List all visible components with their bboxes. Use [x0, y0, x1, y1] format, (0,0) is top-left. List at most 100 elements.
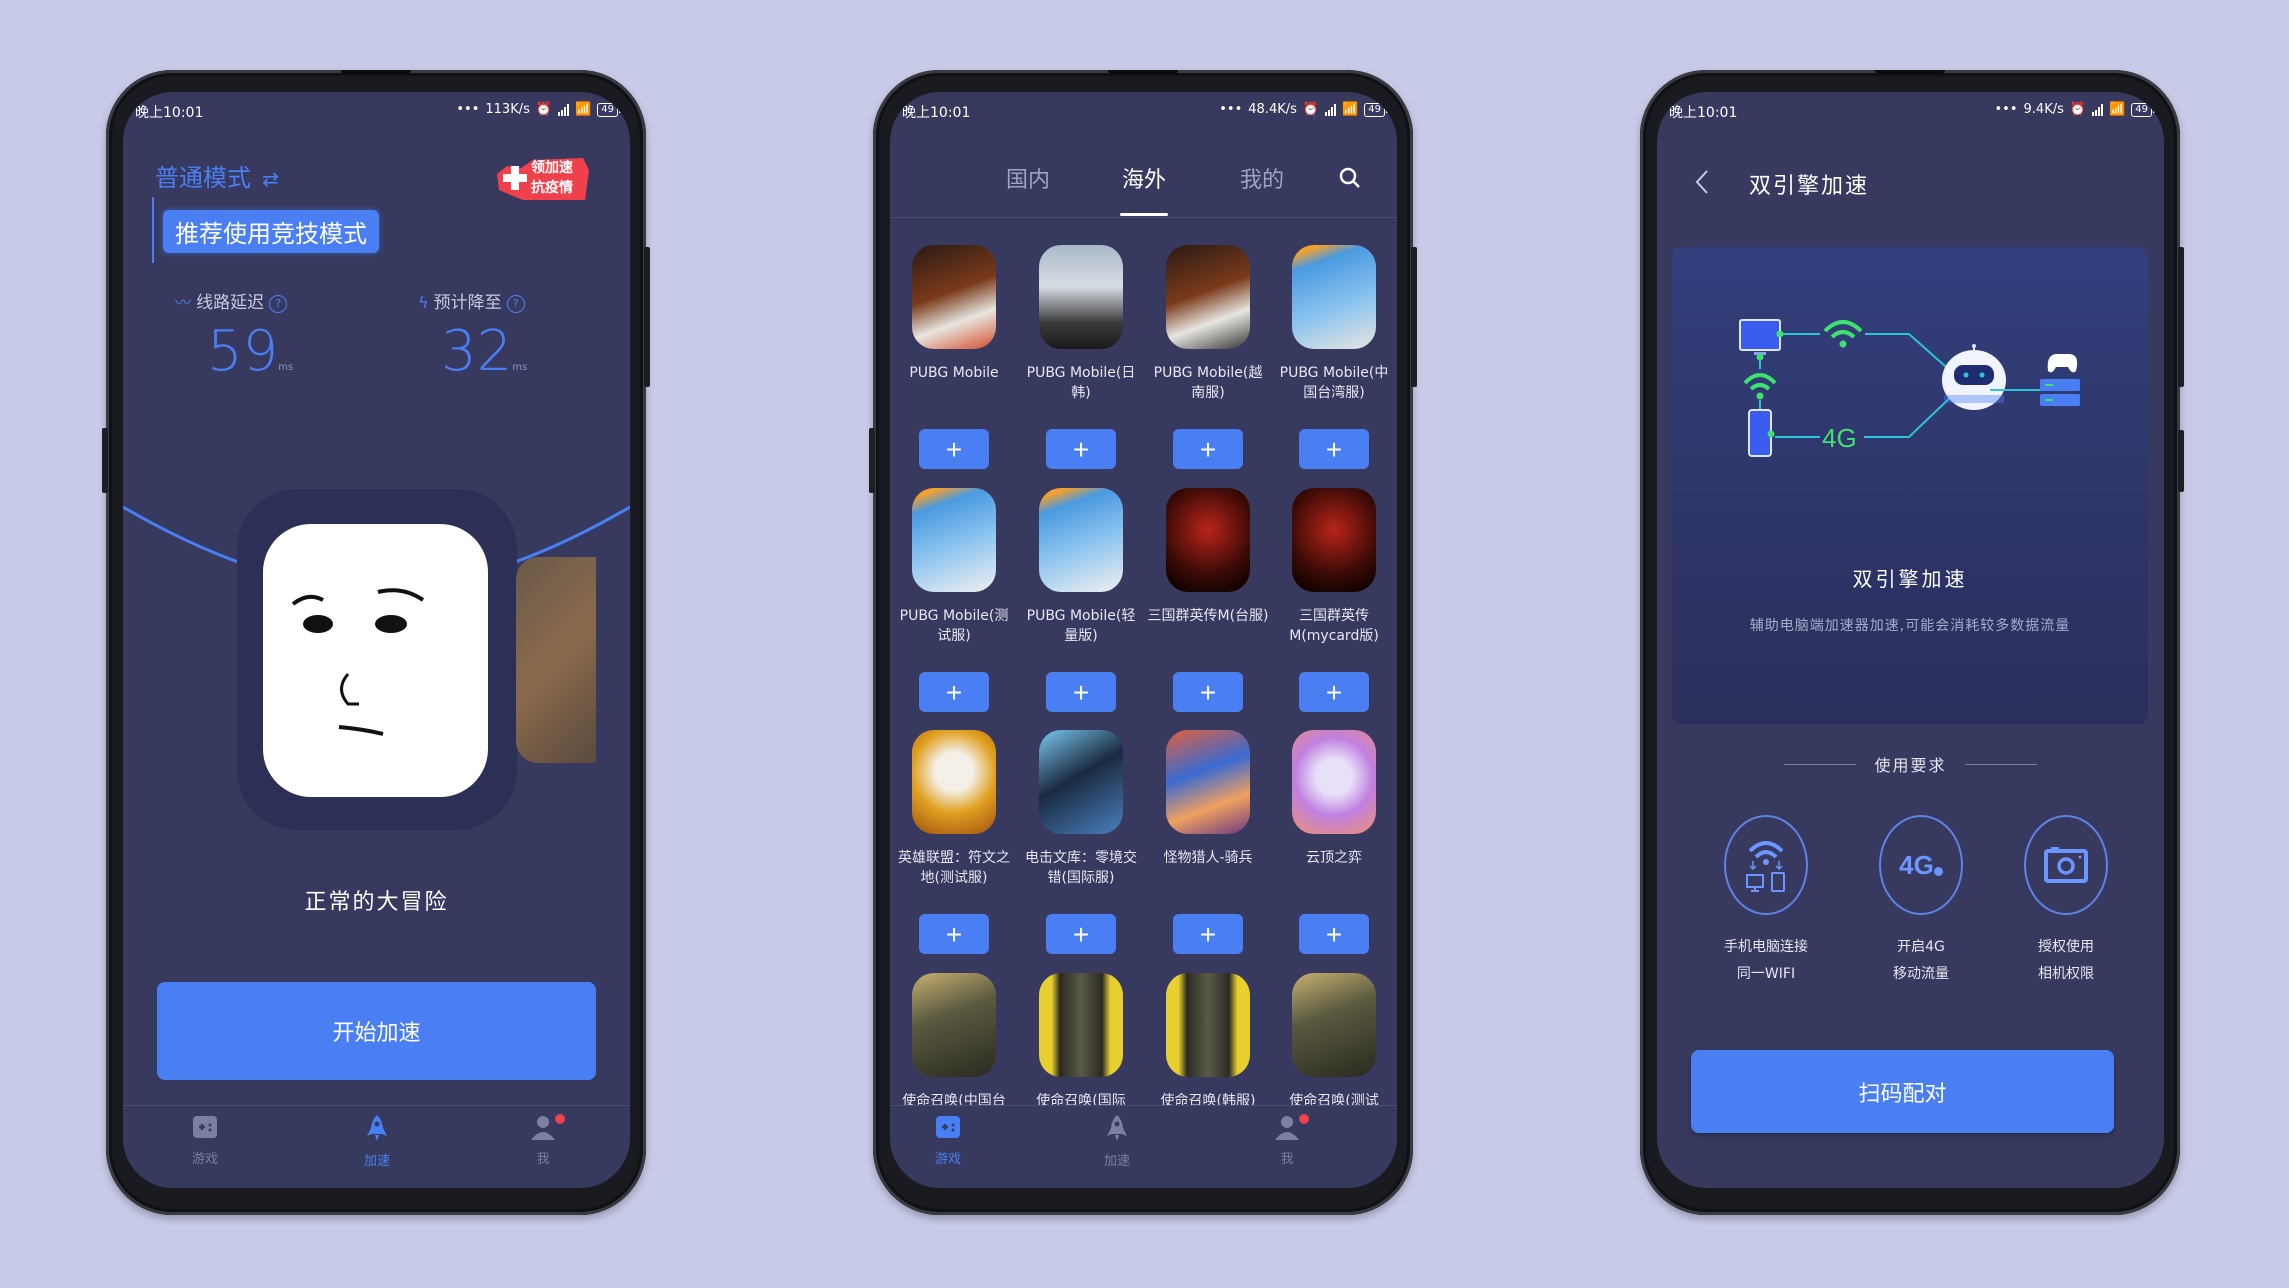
- game-item[interactable]: 使命召唤(测试+: [1271, 973, 1397, 1105]
- game-card[interactable]: [237, 489, 517, 830]
- game-icon: [263, 524, 488, 797]
- game-item[interactable]: 怪物猎人-骑兵 +: [1145, 730, 1271, 954]
- signal-icon: [2092, 103, 2104, 116]
- 4g-icon: 4G: [1899, 849, 1934, 880]
- stat-latency-value: 59ms: [207, 324, 293, 380]
- game-item[interactable]: PUBG Mobile(日韩) +: [1018, 245, 1144, 469]
- game-item[interactable]: 电击文库：零境交错(国际服) +: [1018, 730, 1144, 954]
- scan-pair-button[interactable]: 扫码配对: [1691, 1050, 2114, 1133]
- nav-label: 游戏: [191, 1152, 218, 1167]
- promo-line2: 抗疫情: [531, 180, 573, 196]
- add-game-button[interactable]: +: [1299, 672, 1369, 712]
- game-name: PUBG Mobile(日韩): [1026, 365, 1136, 401]
- next-game-preview[interactable]: [516, 557, 596, 763]
- game-item[interactable]: 使命召唤(中国台+: [891, 973, 1017, 1105]
- game-icon: [912, 973, 996, 1077]
- battery-icon: 49: [597, 102, 621, 117]
- game-item[interactable]: 使命召唤(韩服)+: [1145, 973, 1271, 1105]
- nav-label: 加速: [363, 1154, 390, 1169]
- game-item[interactable]: 使命召唤(国际+: [1018, 973, 1144, 1105]
- game-icon: [1039, 730, 1123, 834]
- screen: 晚上10:01 ••• 9.4K/s ⏰ 📶 49 双引擎加速 4G 双引擎加速…: [1657, 92, 2164, 1188]
- game-item[interactable]: PUBG Mobile(中国台湾服) +: [1271, 245, 1397, 469]
- nav-item-accelerate[interactable]: 加速: [327, 1114, 427, 1169]
- game-icon: [1166, 730, 1250, 834]
- requirements-title: 使用要求: [1874, 756, 1947, 775]
- game-icon: [1166, 488, 1250, 592]
- stat-latency: 〰 线路延迟 ?: [175, 288, 288, 313]
- stat-unit: ms: [512, 362, 528, 373]
- game-icon: [1039, 245, 1123, 349]
- game-item[interactable]: PUBG Mobile(轻量版) +: [1018, 488, 1144, 712]
- screen: 晚上10:01 ••• 48.4K/s ⏰ 📶 49 国内 海外 我的 PUBG…: [890, 92, 1397, 1188]
- promo-line1: 领加速: [531, 160, 573, 176]
- game-item[interactable]: 三国群英传M(mycard版) +: [1271, 488, 1397, 712]
- stat-expected-value: 32ms: [441, 324, 527, 380]
- server-icon: [2040, 379, 2080, 406]
- mode-title: 普通模式: [155, 164, 251, 192]
- game-icon: [912, 245, 996, 349]
- add-game-button[interactable]: +: [1299, 914, 1369, 954]
- game-icon: [1039, 488, 1123, 592]
- game-icon: [1292, 730, 1376, 834]
- add-game-button[interactable]: +: [1173, 429, 1243, 469]
- game-name: 使命召唤(国际: [1036, 1093, 1126, 1105]
- add-game-button[interactable]: +: [1046, 914, 1116, 954]
- lightning-icon: ϟ: [418, 293, 429, 312]
- game-item[interactable]: 英雄联盟：符文之地(测试服) +: [891, 730, 1017, 954]
- add-game-button[interactable]: +: [1046, 429, 1116, 469]
- nav-label: 加速: [1103, 1154, 1130, 1169]
- add-game-button[interactable]: +: [1299, 429, 1369, 469]
- side-button: [2178, 430, 2184, 492]
- add-game-button[interactable]: +: [919, 914, 989, 954]
- recommend-mode-button[interactable]: 推荐使用竞技模式: [163, 210, 379, 253]
- selected-game-name: 正常的大冒险: [304, 890, 449, 915]
- game-name: PUBG Mobile(轻量版): [1026, 608, 1136, 644]
- nav-item-games[interactable]: 游戏: [898, 1114, 998, 1167]
- mode-switch[interactable]: 普通模式 ⇄: [155, 158, 279, 193]
- status-bar: 晚上10:01 ••• 113K/s ⏰ 📶 49: [123, 102, 630, 124]
- network-speed: 9.4K/s: [2023, 102, 2064, 117]
- game-item[interactable]: PUBG Mobile(越南服) +: [1145, 245, 1271, 469]
- stat-label: 预计降至: [433, 293, 502, 313]
- promo-badge[interactable]: 领加速 抗疫情: [493, 156, 593, 202]
- game-name: PUBG Mobile: [909, 365, 999, 381]
- add-game-button[interactable]: +: [1173, 914, 1243, 954]
- camera-icon: [2044, 847, 2088, 883]
- game-item[interactable]: PUBG Mobile(测试服) +: [891, 488, 1017, 712]
- wifi-devices-icon: [1746, 841, 1785, 892]
- feature-card: 4G 双引擎加速 辅助电脑端加速器加速,可能会消耗较多数据流量: [1672, 247, 2148, 724]
- wifi-icon: [1743, 373, 1777, 391]
- nav-item-games[interactable]: 游戏: [155, 1114, 255, 1167]
- nav-item-accelerate[interactable]: 加速: [1067, 1114, 1167, 1169]
- rocket-icon: [1107, 1115, 1127, 1141]
- start-accelerate-button[interactable]: 开始加速: [157, 982, 596, 1080]
- nav-item-me[interactable]: 我: [493, 1114, 593, 1167]
- back-arrow-icon[interactable]: [1693, 168, 1711, 196]
- add-game-button[interactable]: +: [1046, 672, 1116, 712]
- game-item[interactable]: 云顶之弈 +: [1271, 730, 1397, 954]
- notification-dot: [555, 1114, 565, 1124]
- user-icon: [1275, 1116, 1299, 1140]
- help-icon[interactable]: ?: [506, 294, 525, 313]
- add-game-button[interactable]: +: [919, 429, 989, 469]
- status-time: 晚上10:01: [135, 105, 204, 121]
- requirement-line1: 手机电脑连接: [1724, 939, 1808, 955]
- bottom-nav: 游戏 加速 我: [890, 1105, 1397, 1188]
- game-item[interactable]: PUBG Mobile +: [891, 245, 1017, 469]
- add-game-button[interactable]: +: [1173, 672, 1243, 712]
- add-game-button[interactable]: +: [919, 672, 989, 712]
- requirement-camera: [2024, 815, 2108, 915]
- game-item[interactable]: 三国群英传M(台服) +: [1145, 488, 1271, 712]
- game-grid: PUBG Mobile + PUBG Mobile(日韩) + PUBG Mobile(…: [890, 92, 1397, 1105]
- nav-label: 我: [1280, 1152, 1294, 1167]
- phone-notch: [1108, 70, 1178, 74]
- requirement-line2: 相机权限: [2038, 966, 2094, 982]
- help-icon[interactable]: ?: [269, 294, 288, 313]
- nav-item-me[interactable]: 我: [1237, 1114, 1337, 1167]
- game-name: 三国群英传M(台服): [1147, 608, 1269, 624]
- requirements-header: 使用要求: [1657, 752, 2164, 776]
- game-name: 使命召唤(测试: [1289, 1093, 1379, 1105]
- dual-engine-diagram: 4G: [1739, 319, 2080, 457]
- alarm-icon: ⏰: [535, 102, 553, 117]
